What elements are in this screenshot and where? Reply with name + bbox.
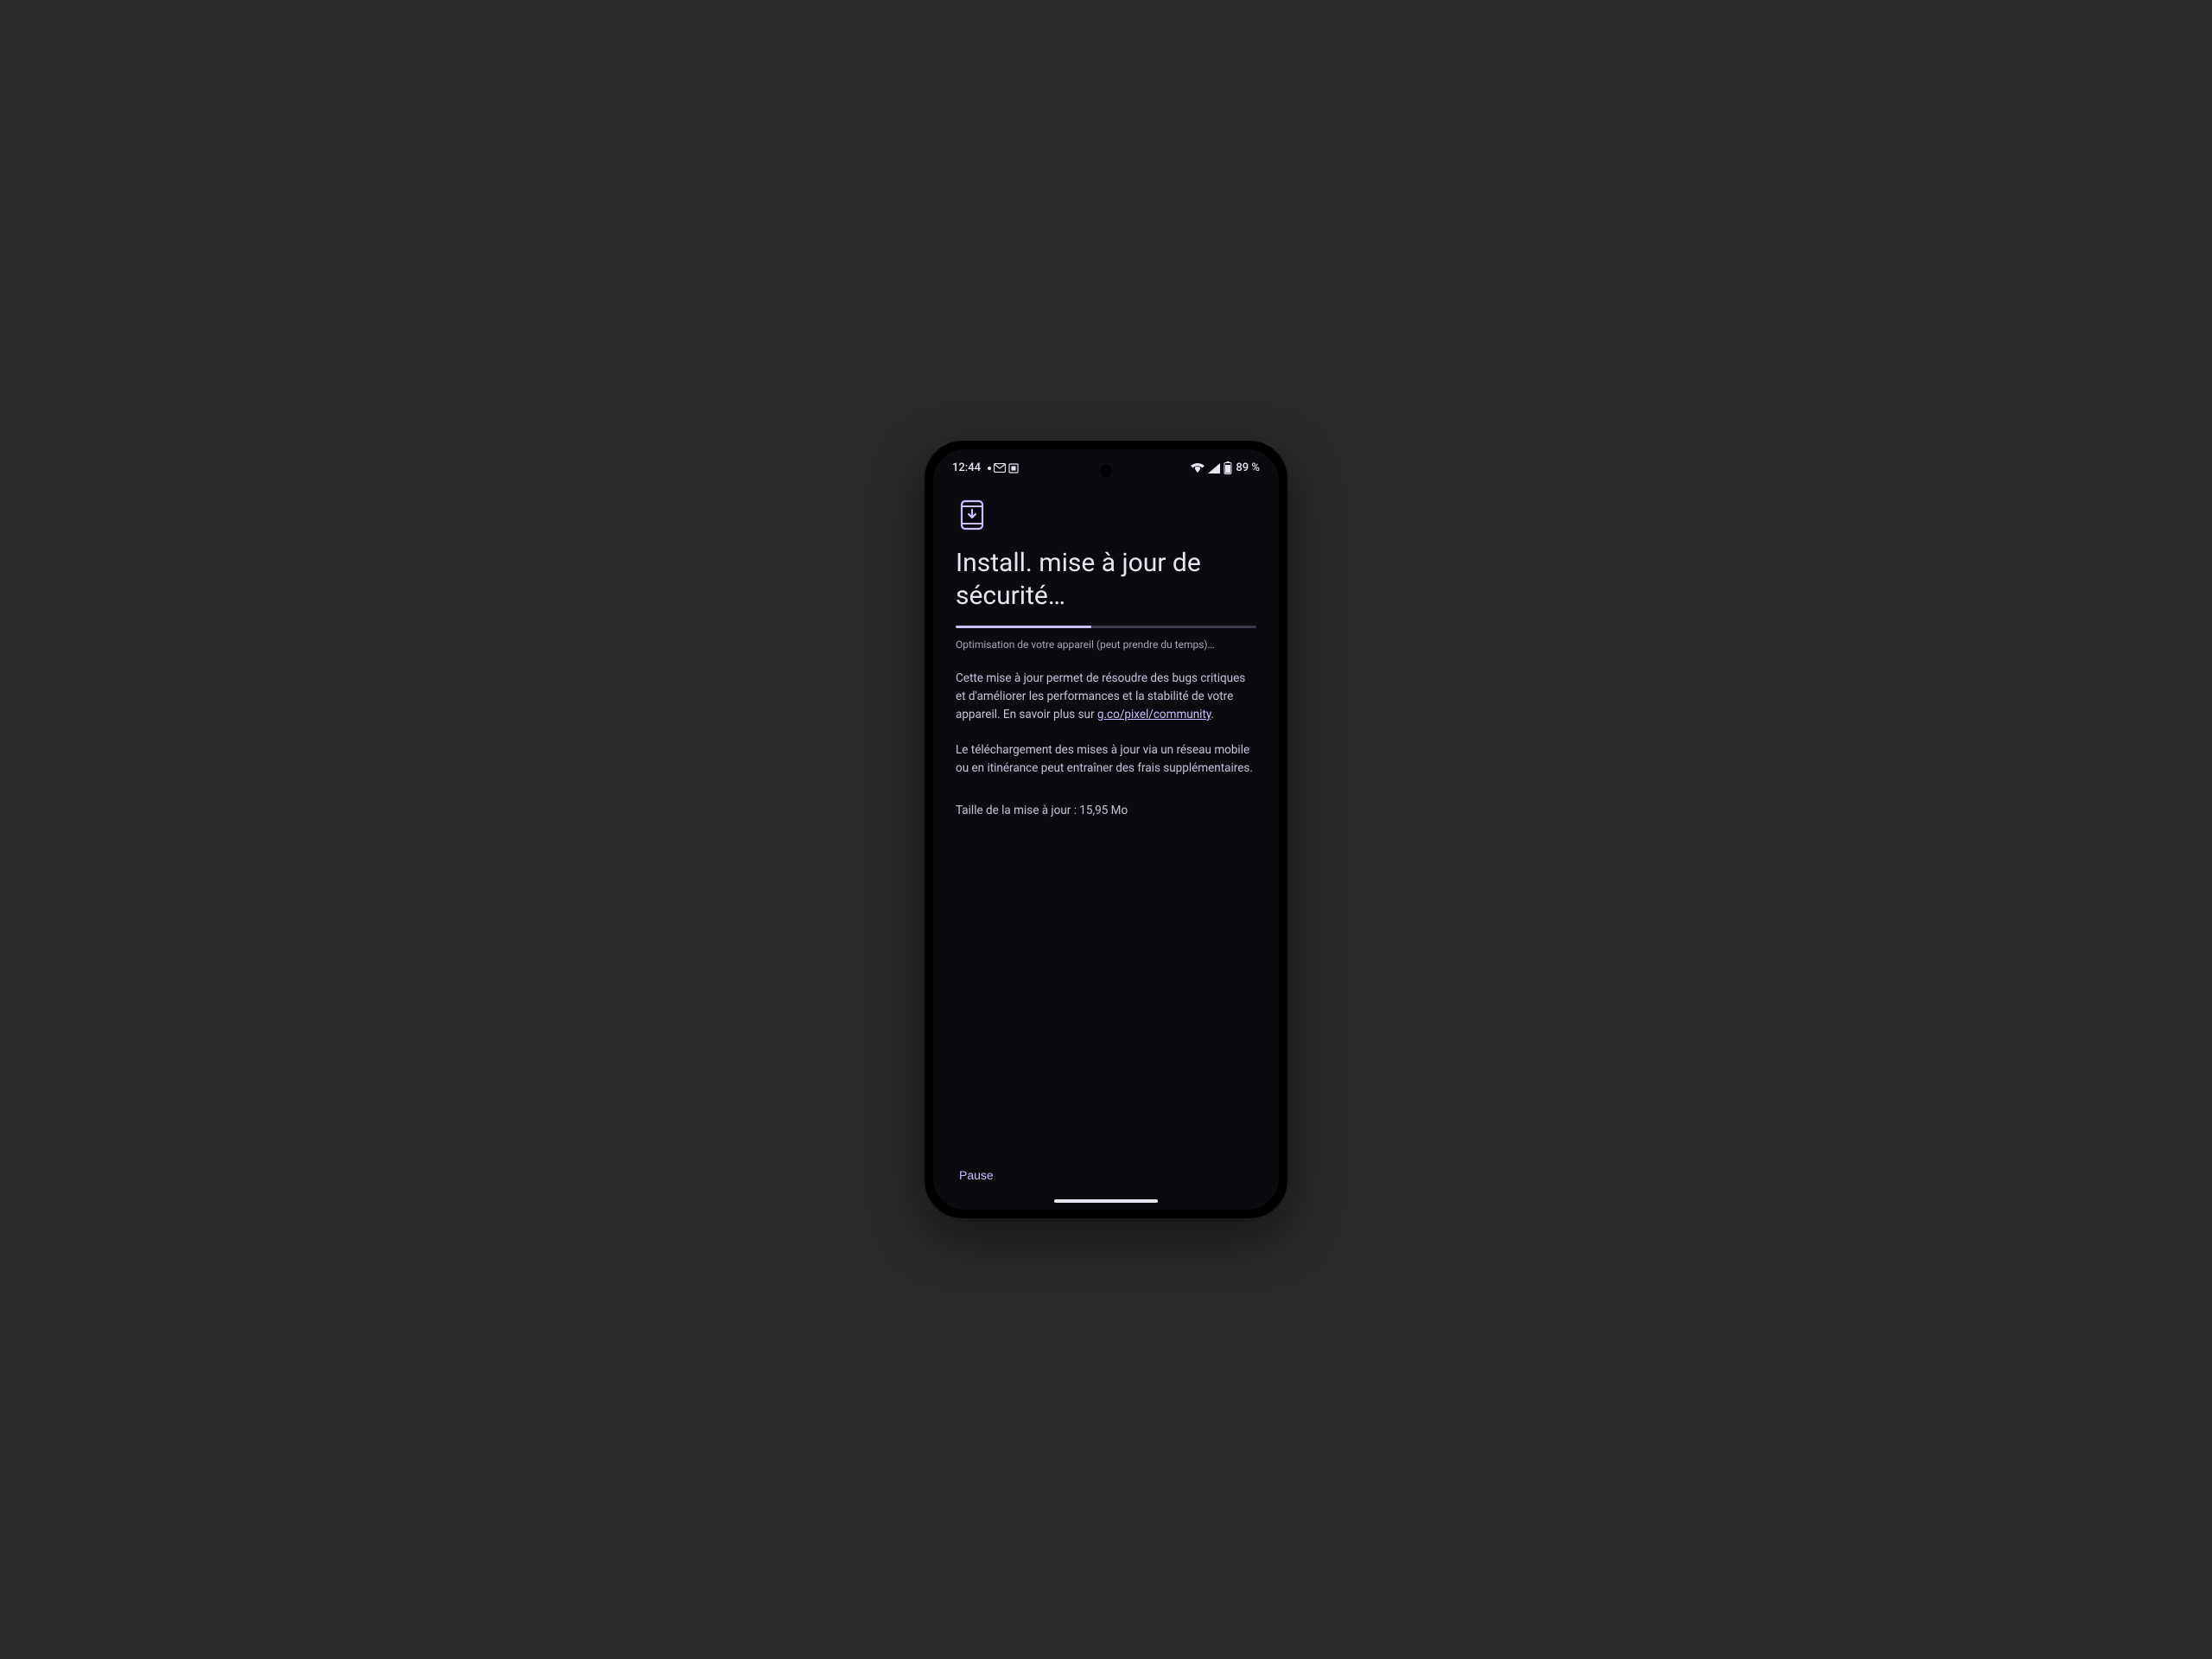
update-size-text: Taille de la mise à jour : 15,95 Mo [956,804,1256,817]
progress-fill [956,626,1091,628]
page-title: Install. mise à jour de sécurité… [956,547,1256,612]
screen: 12:44 89 % [933,449,1279,1210]
signal-icon [1208,463,1220,474]
update-content: Install. mise à jour de sécurité… Optimi… [933,480,1279,1160]
progress-bar [956,626,1256,628]
screenshot-icon [1008,463,1019,474]
notification-dot-icon [988,467,991,470]
mail-icon [994,463,1006,473]
data-charges-warning: Le téléchargement des mises à jour via u… [956,741,1256,778]
update-description: Cette mise à jour permet de résoudre des… [956,670,1256,724]
description-suffix: . [1211,708,1215,721]
status-time: 12:44 [952,461,981,474]
community-link[interactable]: g.co/pixel/community [1097,708,1211,721]
status-bar-right: 89 % [1191,461,1260,474]
battery-percentage: 89 % [1236,461,1260,474]
pause-button[interactable]: Pause [956,1160,997,1191]
camera-punch-hole [1100,465,1112,477]
progress-status-text: Optimisation de votre appareil (peut pre… [956,639,1256,651]
phone-frame: 12:44 89 % [925,441,1287,1218]
system-update-icon [956,499,988,531]
wifi-icon [1191,463,1205,474]
gesture-nav-handle[interactable] [1054,1199,1158,1203]
battery-icon [1224,461,1232,474]
status-bar-left: 12:44 [952,461,1019,474]
